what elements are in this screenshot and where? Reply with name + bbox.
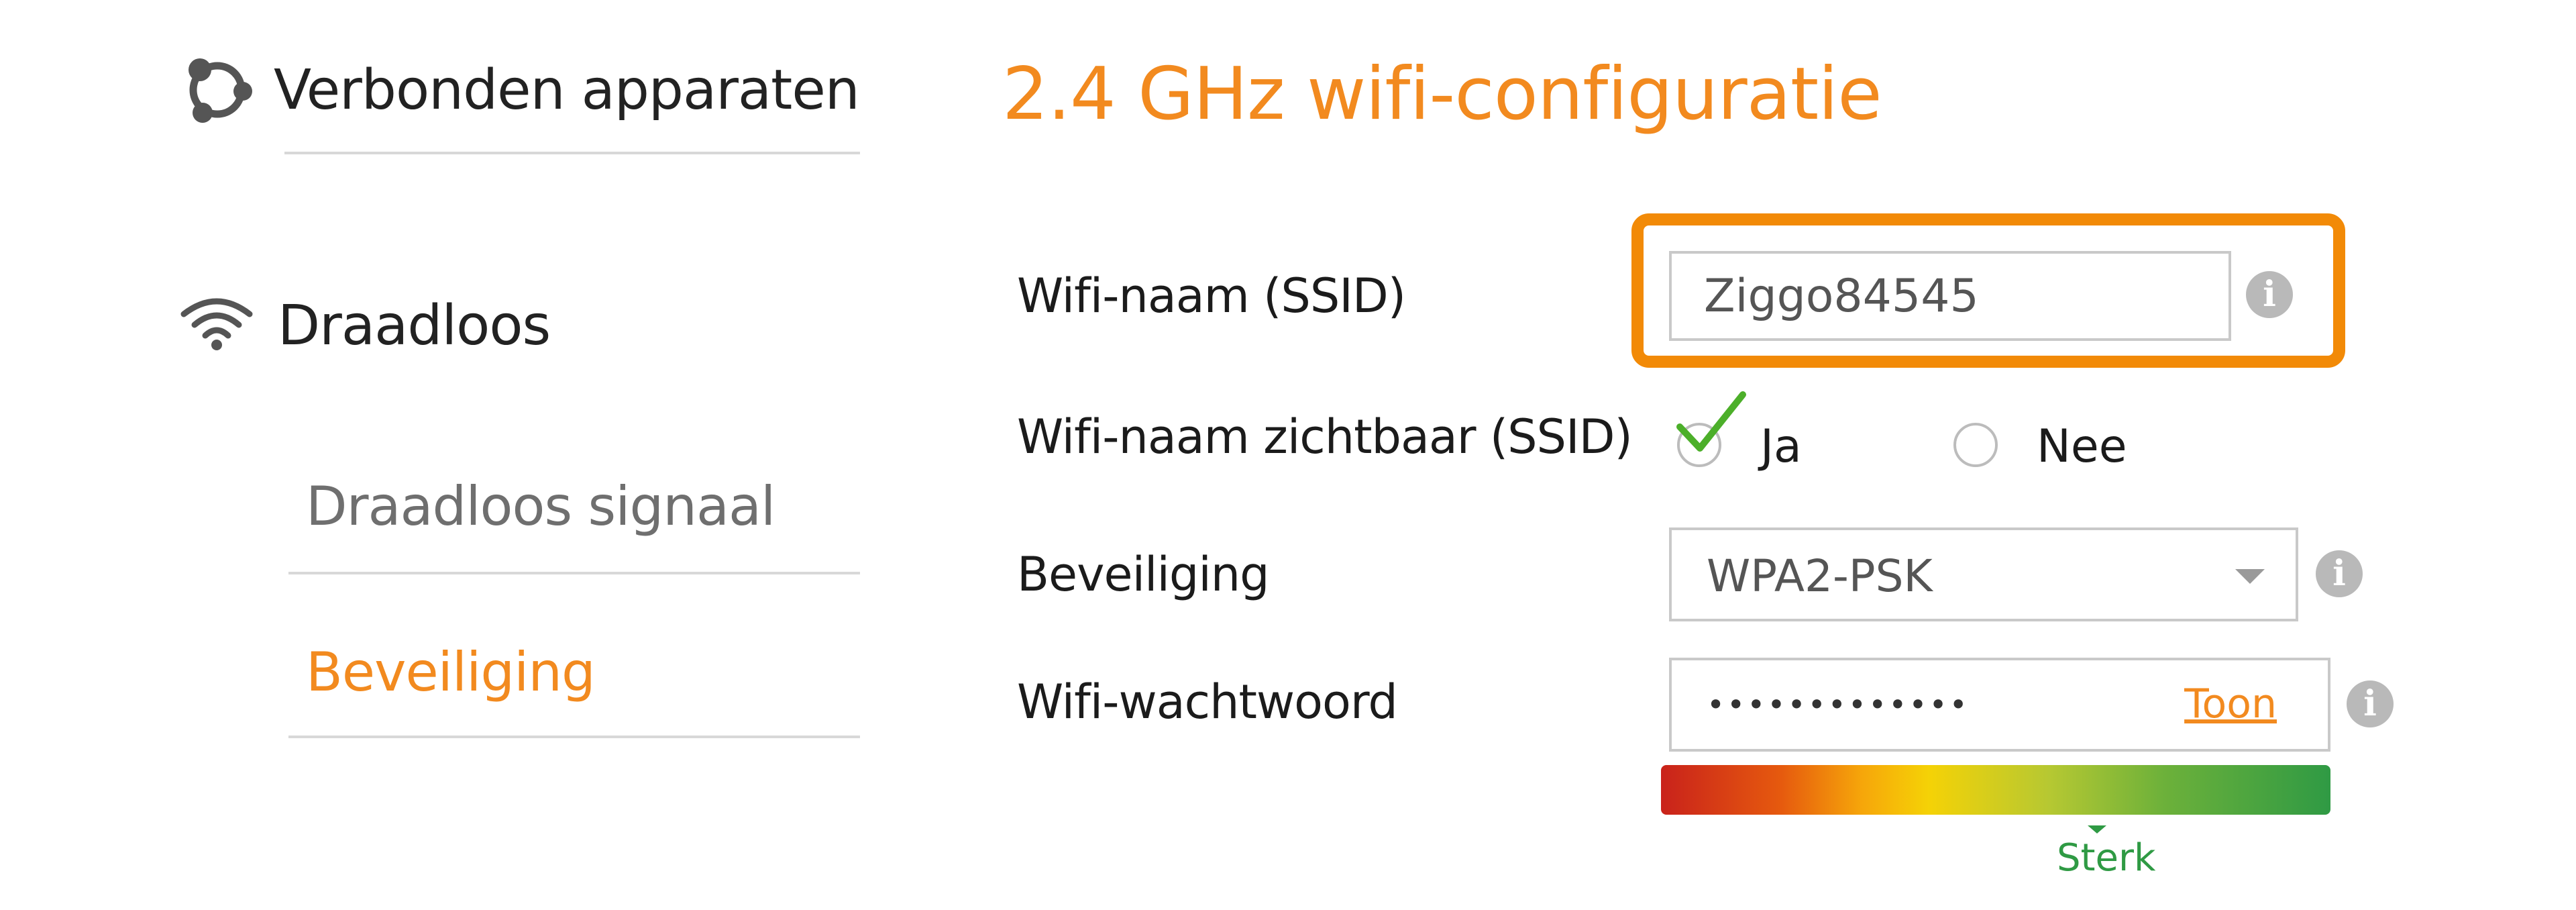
strength-marker-icon — [2088, 825, 2106, 833]
ssid-visible-no-label[interactable]: Nee — [2037, 420, 2127, 473]
ssid-visible-yes-label[interactable]: Ja — [1760, 420, 1802, 473]
checkmark-icon — [1676, 391, 1746, 452]
wifi-icon — [180, 291, 254, 352]
sidebar-item-wireless[interactable]: Draadloos — [180, 291, 551, 358]
chevron-down-icon — [2235, 569, 2265, 584]
password-input[interactable]: ••••••••••••• Toon — [1669, 658, 2330, 752]
router-settings-page: Verbonden apparaten Draadloos Draadloos … — [0, 0, 2576, 910]
ssid-label: Wifi-naam (SSID) — [1017, 268, 1406, 323]
password-masked-value: ••••••••••••• — [1707, 687, 1970, 723]
password-strength-bar — [1661, 765, 2330, 815]
security-info-icon[interactable]: i — [2316, 550, 2363, 597]
sidebar-item-connected-devices[interactable]: Verbonden apparaten — [180, 54, 860, 126]
ssid-visible-no-radio[interactable] — [1953, 423, 1998, 467]
ssid-input[interactable] — [1669, 251, 2231, 341]
sidebar-divider — [284, 152, 860, 154]
connected-devices-icon — [180, 54, 252, 126]
sidebar-section-label: Verbonden apparaten — [274, 58, 860, 122]
sidebar-item-security[interactable]: Beveiliging — [306, 641, 596, 703]
password-label: Wifi-wachtwoord — [1017, 674, 1398, 729]
page-title: 2.4 GHz wifi-configuratie — [1002, 52, 1882, 136]
show-password-link[interactable]: Toon — [2184, 680, 2277, 727]
security-select-value: WPA2-PSK — [1707, 550, 1933, 602]
ssid-info-icon[interactable]: i — [2246, 271, 2293, 318]
sidebar-section-label: Draadloos — [278, 294, 551, 358]
security-label: Beveiliging — [1017, 547, 1270, 602]
sidebar-divider — [288, 572, 860, 574]
sidebar-item-wireless-signal[interactable]: Draadloos signaal — [306, 475, 775, 538]
password-info-icon[interactable]: i — [2347, 680, 2394, 727]
security-select[interactable]: WPA2-PSK — [1669, 527, 2298, 621]
sidebar-divider — [288, 736, 860, 738]
ssid-visible-label: Wifi-naam zichtbaar (SSID) — [1017, 409, 1633, 464]
password-strength-label: Sterk — [2057, 836, 2156, 880]
